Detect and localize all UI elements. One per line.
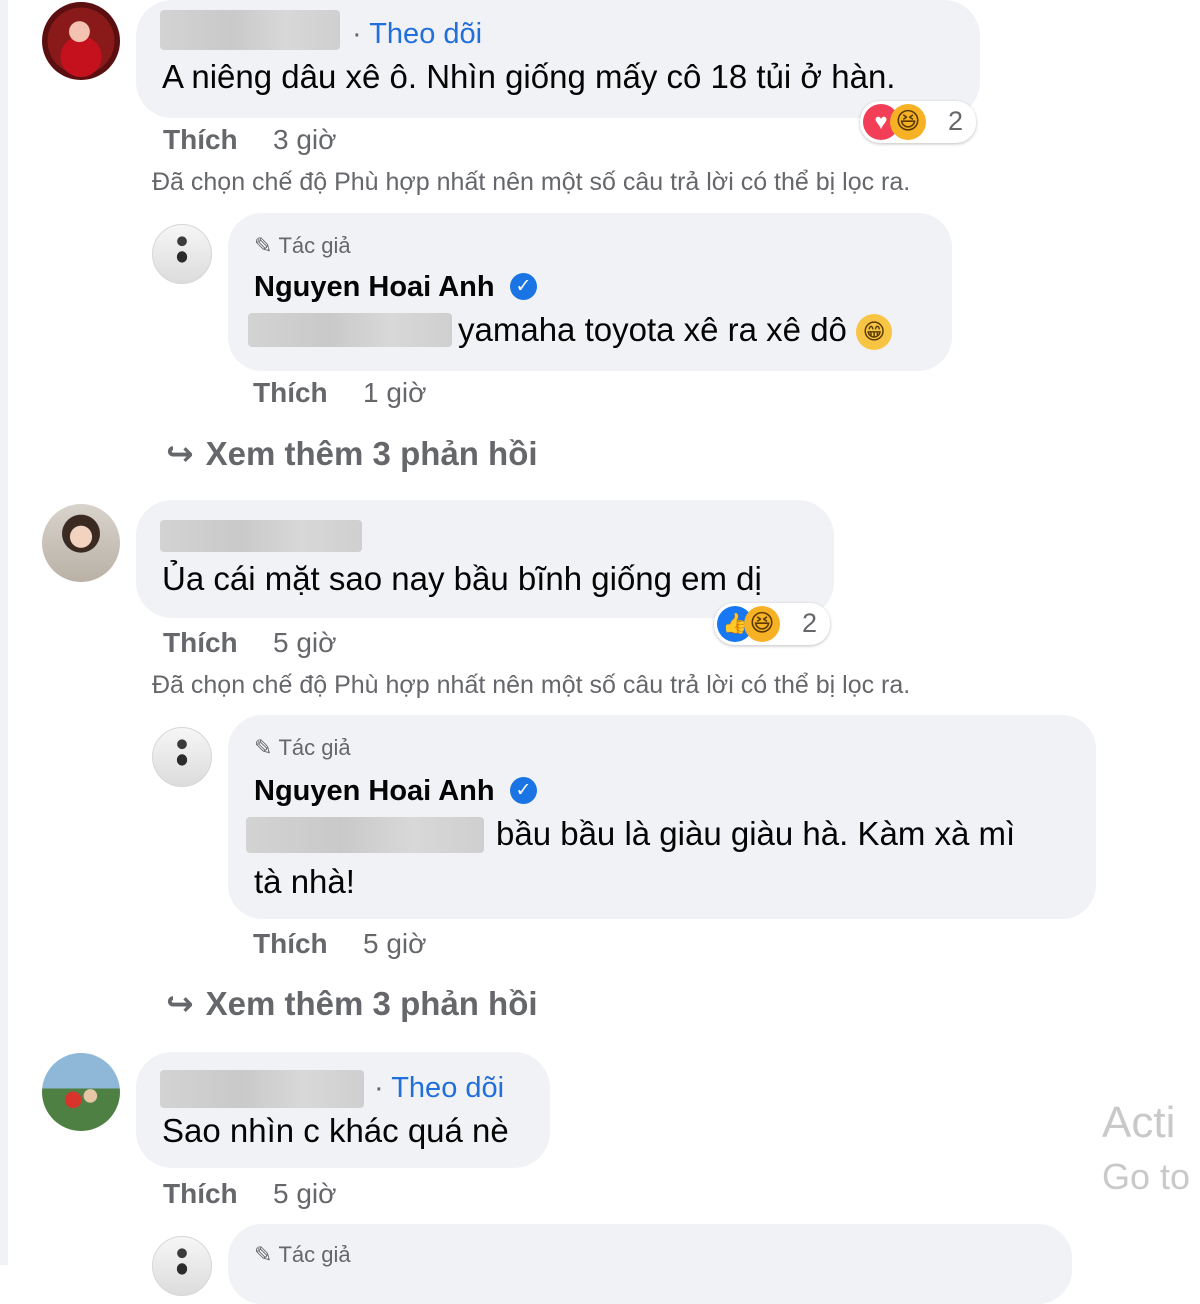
reply-bubble: ✎ Tác giả [228,1224,1072,1304]
comment-text: Ủa cái mặt sao nay bầu bĩnh giống em dị [162,560,762,597]
comment-time[interactable]: 3 giờ [273,124,337,156]
commenter-avatar[interactable] [42,2,120,80]
filter-note: Đã chọn chế độ Phù hợp nhất nên một số c… [152,671,911,699]
like-button[interactable]: Thích [253,377,328,409]
blurred-mention [246,817,484,853]
comment-time[interactable]: 5 giờ [273,627,337,659]
author-avatar[interactable] [152,727,212,787]
follow-link[interactable]: · Theo dõi [352,18,482,51]
author-name[interactable]: Nguyen Hoai Anh [254,271,495,304]
comment-bubble: Ủa cái mặt sao nay bầu bĩnh giống em dị [136,500,834,618]
author-avatar[interactable] [152,1236,212,1296]
haha-reaction-icon: 😆 [890,104,926,140]
author-avatar[interactable] [152,224,212,284]
view-more-replies[interactable]: ↪ Xem thêm 3 phản hồi [166,434,538,473]
haha-reaction-icon: 😆 [744,606,780,642]
activate-windows-subtitle: Go to [1102,1156,1191,1197]
reply-arrow-icon: ↪ [166,985,194,1022]
view-more-replies[interactable]: ↪ Xem thêm 3 phản hồi [166,984,538,1023]
reply-time[interactable]: 5 giờ [363,928,427,960]
reply-text: yamaha toyota xê ra xê dô 😁 [458,311,893,351]
author-tag: ✎ Tác giả [254,735,351,760]
reaction-summary[interactable]: 👍 😆 2 [714,603,830,645]
author-name[interactable]: Nguyen Hoai Anh [254,775,495,808]
reaction-count: 2 [802,608,818,638]
comment-bubble: · Theo dõi Sao nhìn c khác quá nè [136,1052,550,1168]
reaction-count: 2 [948,106,964,136]
pen-icon: ✎ [254,735,273,760]
comment-time[interactable]: 5 giờ [273,1178,337,1210]
blurred-commenter-name [160,10,340,50]
pen-icon: ✎ [254,1242,273,1267]
author-tag: ✎ Tác giả [254,233,351,258]
reply-arrow-icon: ↪ [166,435,194,472]
verified-badge-icon: ✓ [510,777,537,804]
reply-text-line2: tà nhà! [254,863,355,900]
like-button[interactable]: Thích [253,928,328,960]
reply-bubble: ✎ Tác giả Nguyen Hoai Anh ✓ bầu bầu là gi… [228,715,1096,919]
filter-note: Đã chọn chế độ Phù hợp nhất nên một số c… [152,168,911,196]
reply-text-line1: bầu bầu là giàu giàu hà. Kàm xà mì [496,815,1016,852]
like-button[interactable]: Thích [163,1178,238,1210]
grin-emoji-icon: 😁 [856,314,893,351]
comment-text: A niêng dâu xê ô. Nhìn giống mấy cô 18 t… [162,58,896,95]
pen-icon: ✎ [254,233,273,258]
author-tag: ✎ Tác giả [254,1242,351,1267]
commenter-avatar[interactable] [42,1053,120,1131]
like-button[interactable]: Thích [163,124,238,156]
comment-text: Sao nhìn c khác quá nè [162,1112,509,1149]
blurred-commenter-name [160,520,362,552]
reply-time[interactable]: 1 giờ [363,377,427,409]
blurred-commenter-name [160,1070,364,1108]
verified-badge-icon: ✓ [510,273,537,300]
activate-windows-watermark: Acti [1102,1098,1176,1147]
left-edge [0,0,8,1265]
like-button[interactable]: Thích [163,627,238,659]
follow-link[interactable]: · Theo dõi [374,1072,504,1105]
commenter-avatar[interactable] [42,504,120,582]
reply-bubble: ✎ Tác giả Nguyen Hoai Anh ✓ yamaha toyota… [228,213,952,371]
blurred-mention [248,313,452,347]
reaction-summary[interactable]: ♥ 😆 2 [860,101,976,143]
comment-bubble: · Theo dõi A niêng dâu xê ô. Nhìn giống … [136,0,980,118]
